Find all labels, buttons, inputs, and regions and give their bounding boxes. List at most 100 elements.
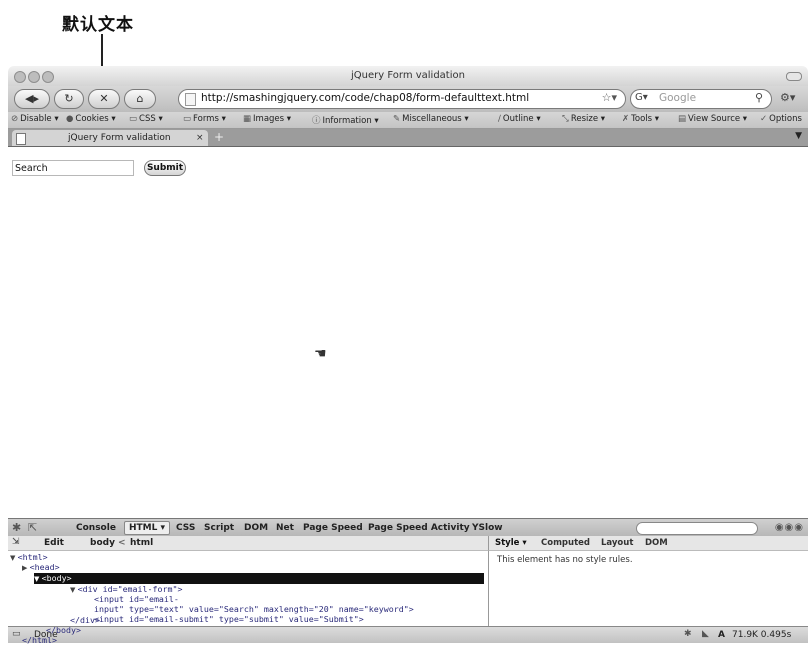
toolbar-miscellaneous[interactable]: ✎ Miscellaneous ▾ [393,114,469,124]
search-bar[interactable]: G▾ Google ⚲ [630,89,772,109]
tools-icon: ✗ [622,114,630,124]
tree-node-body[interactable]: ▼ <body> [34,573,72,583]
fb-tab-dom[interactable]: DOM [244,523,268,533]
new-tab-button[interactable]: + [214,129,224,145]
edit-button[interactable]: Edit [44,538,64,548]
toolbar-forms[interactable]: ▭ Forms ▾ [183,114,226,124]
tree-node-selected[interactable] [34,573,484,584]
side-tab-dom[interactable]: DOM [645,538,668,548]
side-tab-layout[interactable]: Layout [601,538,633,548]
toolbar-view-source[interactable]: ▤ View Source ▾ [678,114,747,124]
reload-icon: ↻ [64,92,74,105]
status-bar: ▭ Done ✱ ◣ A 71.9K 0.495s [8,626,808,643]
tree-node[interactable]: input" type="text" value="Search" maxlen… [94,604,414,614]
fb-tab-net[interactable]: Net [276,523,294,533]
tree-node[interactable]: </div> </body> </html> [8,615,488,645]
toolbar-resize[interactable]: ⤡ Resize ▾ [562,114,605,124]
cookie-icon: ● [66,114,74,124]
expand-icon[interactable]: ⇲ [12,537,20,547]
google-engine-icon[interactable]: G▾ [635,92,648,103]
stop-icon: ✕ [99,92,109,105]
css-icon: ▭ [129,114,138,124]
toolbar-outline[interactable]: ∕ Outline ▾ [498,114,541,124]
tab-page-icon [16,133,26,145]
collapse-triangle-icon: ▼ [10,554,18,562]
firebug-bug-icon[interactable]: ✱ [12,521,21,534]
toolbar-cookies[interactable]: ● Cookies ▾ [66,114,116,124]
web-developer-toolbar: ⊘ Disable ▾ ● Cookies ▾ ▭ CSS ▾ ▭ Forms ▾ ▦ I… [8,112,808,129]
firebug-toolbar: ✱ ⇱ Console HTML ▾ CSS Script DOM Net Pa… [8,518,808,537]
reload-button[interactable]: ↻ [54,89,84,109]
toolbar-tools[interactable]: ✗ Tools ▾ [622,114,659,124]
tree-node[interactable]: <input id="email- [94,594,179,604]
firebug-search-input[interactable] [636,522,758,535]
page-icon [185,93,196,106]
fb-tab-console[interactable]: Console [76,523,116,533]
search-icon[interactable]: ⚲ [755,91,763,104]
options-icon: ✓ [760,114,768,124]
toolbar-disable[interactable]: ⊘ Disable ▾ [11,114,59,124]
menu-gear-icon[interactable]: ⚙▾ [780,91,795,104]
firebug-window-controls[interactable]: ◉◉◉ [775,522,804,533]
fb-tab-page-speed[interactable]: Page Speed [303,523,363,533]
style-side-panel: This element has no style rules. [488,551,808,626]
toolbar-options[interactable]: ✓ Options [760,114,802,124]
tab-title: jQuery Form validation [68,133,171,143]
navigation-bar: ◀▸ ↻ ✕ ⌂ http://smashingjquery.com/code/… [8,86,808,112]
tree-node[interactable]: ▼ <html> [10,552,48,562]
side-panel-tabs: Style ▾ Computed Layout DOM [488,536,808,551]
tree-node[interactable]: ▼ <div id="email-form"> [70,584,183,594]
inspect-icon[interactable]: ⇱ [28,521,37,534]
fb-tab-script[interactable]: Script [204,523,234,533]
status-grade: A [718,630,725,640]
fb-tab-page-speed-activity[interactable]: Page Speed Activity [368,523,470,533]
submit-button[interactable]: Submit [144,160,186,176]
back-button[interactable]: ◀▸ [14,89,50,109]
html-breadcrumb: ⇲ Edit body < html [8,536,488,551]
fb-tab-yslow[interactable]: YSlow [472,523,503,533]
breadcrumb-html[interactable]: html [130,538,153,548]
fb-tab-html[interactable]: HTML ▾ [124,521,171,535]
collapse-triangle-icon: ▼ [70,586,78,594]
bookmark-star-icon[interactable]: ☆▾ [602,91,617,104]
images-icon: ▦ [243,114,252,124]
status-page-stats: 71.9K 0.495s [732,630,792,640]
toolbar-toggle-button[interactable] [786,72,802,81]
view-source-icon: ▤ [678,114,687,124]
back-arrow-icon: ◀▸ [25,92,39,105]
status-console-icon[interactable]: ▭ [12,629,21,639]
browser-window: jQuery Form validation ◀▸ ↻ ✕ ⌂ http://s… [8,66,808,643]
side-tab-computed[interactable]: Computed [541,538,590,548]
disable-icon: ⊘ [11,114,19,124]
url-text: http://smashingjquery.com/code/chap08/fo… [201,92,530,104]
outline-icon: ∕ [498,114,501,124]
hand-cursor-icon: ☚ [314,346,327,362]
miscellaneous-icon: ✎ [393,114,401,124]
tab-jquery-form-validation[interactable]: jQuery Form validation × [12,130,208,146]
page-content: Submit ☚ [8,147,808,518]
toolbar-css[interactable]: ▭ CSS ▾ [129,114,163,124]
information-icon: ⓘ [312,116,321,126]
tab-list-icon[interactable]: ▼ [795,131,802,141]
url-bar[interactable]: http://smashingjquery.com/code/chap08/fo… [178,89,626,109]
search-input[interactable] [12,160,134,176]
toolbar-information[interactable]: ⓘ Information ▾ [312,114,379,126]
forms-icon: ▭ [183,114,192,124]
yslow-status-icon[interactable]: ◣ [702,629,709,639]
breadcrumb-separator-icon: < [118,538,126,548]
toolbar-images[interactable]: ▦ Images ▾ [243,114,291,124]
stop-button[interactable]: ✕ [88,89,120,109]
tree-node[interactable]: ▶ <head> [22,562,60,572]
firebug-status-icon[interactable]: ✱ [684,629,692,639]
tab-bar: jQuery Form validation × + ▼ [8,129,808,147]
breadcrumb-body[interactable]: body [90,538,115,548]
home-icon: ⌂ [136,92,144,105]
expand-triangle-icon: ▶ [22,564,30,572]
tab-close-icon[interactable]: × [196,130,204,146]
home-button[interactable]: ⌂ [124,89,156,109]
resize-icon: ⤡ [562,114,569,124]
collapse-triangle-icon: ▼ [34,575,42,583]
search-placeholder: Google [659,92,697,104]
side-tab-style[interactable]: Style ▾ [495,538,527,548]
fb-tab-css[interactable]: CSS [176,523,195,533]
